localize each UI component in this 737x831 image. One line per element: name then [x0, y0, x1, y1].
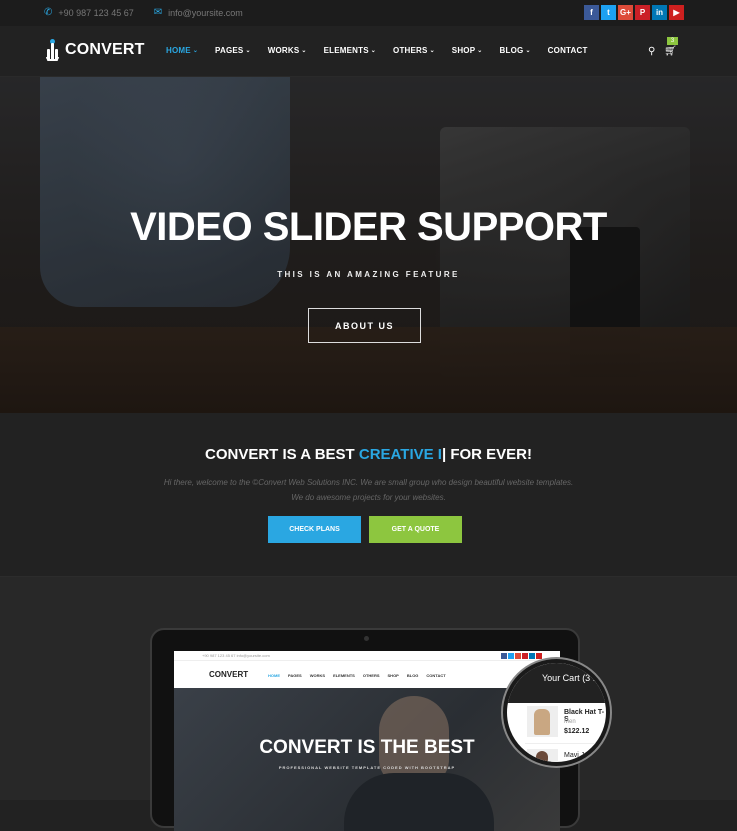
mini-pinterest-icon — [522, 653, 528, 659]
intro-section: CONVERT IS A BEST CREATIVE I| FOR EVER! … — [0, 413, 737, 576]
about-us-button[interactable]: ABOUT US — [308, 308, 421, 343]
nav-item-others[interactable]: OTHERS ⌄ — [393, 46, 435, 55]
screen-menu-item: CONTACT — [426, 673, 446, 678]
screen-menu-item: SHOP — [387, 673, 399, 678]
intro-text-line-2: We do awesome projects for your websites… — [291, 493, 446, 502]
hero-subtitle: THIS IS AN AMAZING FEATURE — [277, 270, 460, 279]
mini-twitter-icon — [508, 653, 514, 659]
nav-item-pages[interactable]: PAGES ⌄ — [215, 46, 251, 55]
webcam-dot — [364, 636, 369, 641]
chevron-down-icon: ⌄ — [370, 48, 377, 54]
chevron-down-icon: ⌄ — [245, 48, 251, 54]
youtube-icon[interactable]: ▶ — [669, 5, 684, 20]
mini-facebook-icon — [501, 653, 507, 659]
nav-item-works[interactable]: WORKS ⌄ — [268, 46, 307, 55]
cart-count-badge: 3 — [667, 37, 678, 45]
twitter-icon[interactable]: t — [601, 5, 616, 20]
cart-zoom-bubble: Your Cart (3 ... Black Hat T-S Men $122.… — [503, 659, 610, 766]
screen-menu: HOME PAGES WORKS ELEMENTS OTHERS SHOP BLOG CONT… — [268, 673, 446, 678]
hero-title: VIDEO SLIDER SUPPORT — [130, 205, 607, 249]
product-thumbnail — [527, 706, 558, 737]
social-links: f t G+ Pin ▶ — [584, 5, 684, 20]
laptop-screen: +90 987 123 45 67 info@yoursite.com CONV… — [174, 651, 560, 831]
facebook-icon[interactable]: f — [584, 5, 599, 20]
nav-item-contact[interactable]: CONTACT — [548, 46, 588, 55]
screen-menu-item: PAGES — [288, 673, 302, 678]
main-menu: HOME ⌄ PAGES ⌄ WORKS ⌄ ELEMENTS ⌄ OTHERS ⌄ SHOP ⌄ BL… — [166, 46, 605, 55]
device-showcase-section: +90 987 123 45 67 info@yoursite.com CONV… — [0, 576, 737, 831]
mini-youtube-icon — [536, 653, 542, 659]
contact-info: ✆ +90 987 123 45 67 ✉ info@yoursite.com — [44, 7, 243, 18]
main-navbar: CONVERT HOME ⌄ PAGES ⌄ WORKS ⌄ ELEMENTS ⌄ OTHERS… — [0, 26, 737, 77]
screen-menu-item: BLOG — [406, 673, 419, 678]
screen-menu-item: HOME — [268, 673, 280, 678]
screen-menu-item: OTHERS — [362, 673, 380, 678]
linkedin-icon[interactable]: in — [652, 5, 667, 20]
chevron-down-icon: ⌄ — [477, 48, 483, 54]
logo-hand-icon — [45, 39, 61, 61]
screen-hero-title: CONVERT IS THE BEST — [259, 737, 475, 758]
intro-heading-highlight: CREATIVE I — [358, 446, 442, 463]
mini-linkedin-icon — [529, 653, 535, 659]
mail-icon: ✉ — [153, 7, 163, 18]
intro-text-line-1: Hi there, welcome to the ©Convert Web So… — [163, 478, 574, 487]
chevron-down-icon: ⌄ — [525, 48, 531, 54]
chevron-down-icon: ⌄ — [192, 48, 199, 54]
nav-item-elements[interactable]: ELEMENTS ⌄ — [324, 46, 376, 55]
screen-social-icons — [501, 653, 542, 659]
screen-logo: CONVERT — [209, 670, 249, 679]
screen-hero-subtitle: PROFESSIONAL WEBSITE TEMPLATE CODED WITH… — [278, 765, 456, 770]
phone-icon: ✆ — [44, 7, 53, 18]
logo-text: CONVERT — [65, 41, 145, 58]
phone-number: +90 987 123 45 67 — [58, 7, 134, 18]
intro-heading: CONVERT IS A BEST CREATIVE I| FOR EVER! — [204, 446, 533, 463]
get-a-quote-button[interactable]: GET A QUOTE — [369, 516, 462, 543]
logo[interactable]: CONVERT — [45, 39, 145, 61]
nav-item-shop[interactable]: SHOP ⌄ — [452, 46, 483, 55]
product-name-2: Mavi Je... — [564, 752, 594, 759]
screen-menu-item: WORKS — [309, 673, 326, 678]
email-address[interactable]: info@yoursite.com — [168, 8, 243, 18]
screen-menu-item: ELEMENTS — [333, 673, 355, 678]
google-plus-icon[interactable]: G+ — [618, 5, 633, 20]
hero-video-slider: VIDEO SLIDER SUPPORT THIS IS AN AMAZING … — [0, 77, 737, 413]
chevron-down-icon: ⌄ — [429, 48, 435, 54]
screen-contact-info: +90 987 123 45 67 info@yoursite.com — [202, 653, 270, 658]
search-icon[interactable]: ⚲ — [648, 46, 655, 57]
nav-item-home[interactable]: HOME ⌄ — [166, 46, 198, 55]
product-price: $122.12 — [564, 728, 590, 735]
top-bar: ✆ +90 987 123 45 67 ✉ info@yoursite.com … — [0, 0, 737, 26]
cart-title: Your Cart (3 ... — [542, 673, 601, 683]
pinterest-icon[interactable]: P — [635, 5, 650, 20]
product-category: Men — [564, 719, 576, 725]
nav-item-blog[interactable]: BLOG ⌄ — [500, 46, 531, 55]
chevron-down-icon: ⌄ — [301, 48, 307, 54]
check-plans-button[interactable]: CHECK PLANS — [268, 516, 361, 543]
mini-google-plus-icon — [515, 653, 521, 659]
cart-icon[interactable]: 🛒︎ — [664, 46, 677, 57]
